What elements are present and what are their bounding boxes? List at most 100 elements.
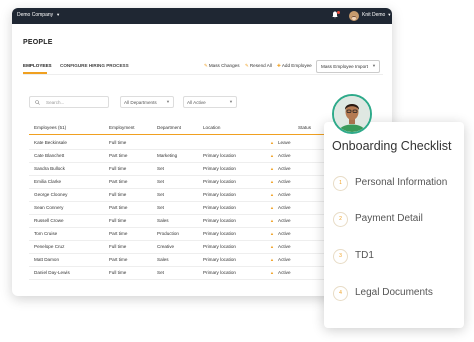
location: Primary location <box>203 166 236 171</box>
table-row[interactable]: Emilia Clarke Part time Set Primary locatio… <box>29 175 359 189</box>
header-employment[interactable]: Employment <box>109 125 135 130</box>
employee-name[interactable]: Daniel Day-Lewis <box>34 270 70 275</box>
status-text: Active <box>278 244 291 249</box>
chevron-down-icon: ▼ <box>372 63 376 68</box>
status-icon: ▲ <box>270 270 274 275</box>
location: Primary location <box>203 244 236 249</box>
table-row[interactable]: George Clooney Full time Set Primary locati… <box>29 188 359 202</box>
table-row[interactable]: Kate Beckinsale Full time ▲ Leave <box>29 136 359 150</box>
employment-type: Full time <box>109 192 127 197</box>
tab-employees[interactable]: EMPLOYEES <box>23 63 52 68</box>
search-icon <box>35 99 40 105</box>
employment-type: Part time <box>109 257 128 262</box>
header-department[interactable]: Department <box>157 125 181 130</box>
employment-type: Full time <box>109 270 127 275</box>
search-input[interactable]: Search... <box>29 96 109 108</box>
notification-dot <box>337 11 340 14</box>
table-row[interactable]: Penelope Cruz Full time Creative Primary lo… <box>29 240 359 254</box>
status-text: Active <box>278 192 291 197</box>
header-status[interactable]: Status <box>298 125 311 130</box>
step-legal-documents[interactable]: Legal Documents <box>355 287 433 298</box>
search-placeholder: Search... <box>46 99 65 105</box>
user-name: Knit Demo <box>362 12 386 18</box>
step-number: 3 <box>333 249 348 264</box>
department: Set <box>157 166 164 171</box>
employee-name[interactable]: Sandra Bullock <box>34 166 65 171</box>
employee-name[interactable]: Penelope Cruz <box>34 244 64 249</box>
pencil-icon: ✎ <box>204 63 208 68</box>
employee-avatar <box>332 94 372 134</box>
chevron-down-icon: ▼ <box>56 12 61 17</box>
tab-configure-hiring-process[interactable]: CONFIGURE HIRING PROCESS <box>60 63 129 68</box>
employee-name[interactable]: Emilia Clarke <box>34 179 61 184</box>
status-icon: ▲ <box>270 192 274 197</box>
employment-type: Full time <box>109 166 127 171</box>
employee-name[interactable]: Sean Connery <box>34 205 63 210</box>
location: Primary location <box>203 192 236 197</box>
department: Sales <box>157 257 169 262</box>
table-row[interactable]: Russell Crowe Full time Sales Primary locat… <box>29 214 359 228</box>
department: Set <box>157 192 164 197</box>
status-text: Active <box>278 205 291 210</box>
location: Primary location <box>203 231 236 236</box>
table-row[interactable]: Matt Damon Part time Sales Primary location… <box>29 253 359 267</box>
status-text: Active <box>278 270 291 275</box>
step-number: 1 <box>333 176 348 191</box>
mass-employee-import-select[interactable]: Mass Employee Import ▼ <box>316 60 380 73</box>
status-icon: ▲ <box>270 257 274 262</box>
employment-type: Part time <box>109 205 128 210</box>
location: Primary location <box>203 179 236 184</box>
location: Primary location <box>203 205 236 210</box>
status-icon: ▲ <box>270 218 274 223</box>
employment-type: Full time <box>109 140 127 145</box>
user-menu[interactable]: Knit Demo ▼ <box>362 12 391 18</box>
table-row[interactable]: Cate Blanchett Part time Marketing Primary … <box>29 149 359 163</box>
header-employees[interactable]: Employees (51) <box>34 125 66 130</box>
status-text: Active <box>278 179 291 184</box>
employee-name[interactable]: Matt Damon <box>34 257 59 262</box>
status-text: Active <box>278 153 291 158</box>
department: Set <box>157 270 164 275</box>
company-switcher[interactable]: Demo Company ▼ <box>17 12 60 18</box>
mass-changes-button[interactable]: ✎Mass Changes <box>204 63 240 69</box>
resend-all-button[interactable]: ✎Resend All <box>245 63 272 69</box>
employee-name[interactable]: Cate Blanchett <box>34 153 64 158</box>
tab-divider <box>23 74 383 75</box>
step-payment-detail[interactable]: Payment Detail <box>355 213 423 224</box>
status-text: Active <box>278 218 291 223</box>
location: Primary location <box>203 153 236 158</box>
step-personal-information[interactable]: Personal Information <box>355 177 447 188</box>
table-row[interactable]: Sandra Bullock Full time Set Primary locati… <box>29 162 359 176</box>
status-icon: ▲ <box>270 153 274 158</box>
department: Set <box>157 205 164 210</box>
status-text: Active <box>278 257 291 262</box>
status-text: Active <box>278 166 291 171</box>
table-row[interactable]: Tom Cruise Part time Production Primary loc… <box>29 227 359 241</box>
chevron-down-icon: ▼ <box>387 12 392 17</box>
company-name: Demo Company <box>17 12 54 18</box>
employee-name[interactable]: Tom Cruise <box>34 231 57 236</box>
status-icon: ▲ <box>270 231 274 236</box>
departments-filter[interactable]: All Departments ▼ <box>120 96 174 108</box>
employee-name[interactable]: George Clooney <box>34 192 67 197</box>
department: Sales <box>157 218 169 223</box>
status-text: Leave <box>278 140 291 145</box>
chevron-down-icon: ▼ <box>166 99 170 104</box>
top-bar: Demo Company ▼ Knit Demo ▼ <box>12 8 392 24</box>
table-header-underline <box>29 134 359 135</box>
employee-name[interactable]: Russell Crowe <box>34 218 64 223</box>
header-location[interactable]: Location <box>203 125 220 130</box>
chevron-down-icon: ▼ <box>229 99 233 104</box>
user-avatar[interactable] <box>349 11 359 21</box>
status-filter[interactable]: All Active ▼ <box>183 96 237 108</box>
employee-name[interactable]: Kate Beckinsale <box>34 140 67 145</box>
step-number: 4 <box>333 286 348 301</box>
step-number: 2 <box>333 212 348 227</box>
table-row[interactable]: Sean Connery Part time Set Primary location… <box>29 201 359 215</box>
status-icon: ▲ <box>270 205 274 210</box>
table-row[interactable]: Daniel Day-Lewis Full time Set Primary loca… <box>29 266 359 280</box>
status-icon: ▲ <box>270 244 274 249</box>
step-td1[interactable]: TD1 <box>355 250 374 261</box>
add-employee-button[interactable]: ✚Add Employee <box>277 63 312 69</box>
pencil-icon: ✎ <box>245 63 249 68</box>
